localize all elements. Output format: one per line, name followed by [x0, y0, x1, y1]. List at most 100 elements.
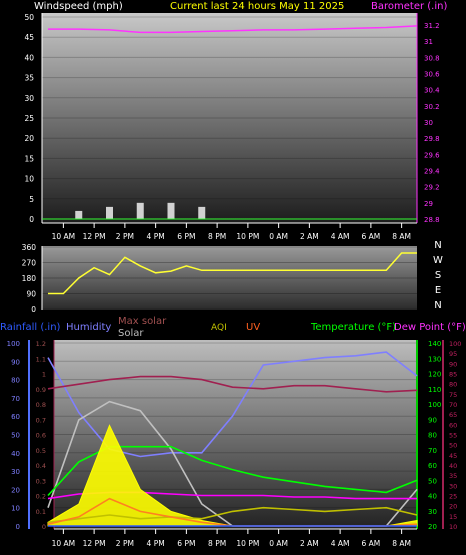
climate-time-tick-label: 6 PM: [177, 539, 195, 548]
dew-point-tick-label: 30: [449, 482, 457, 490]
wind-time-tick-label: 10 AM: [52, 232, 76, 241]
barometer-tick-label: 29.6: [424, 151, 440, 159]
rain-tick-label: 0.3: [36, 477, 46, 485]
barometer-tick-label: 30: [424, 119, 433, 127]
chart-title: Current last 24 hours May 11 2025: [170, 1, 344, 12]
compass-labels: NWSEN: [433, 240, 443, 311]
dew-point-tick-label: 85: [449, 371, 457, 379]
dew-point-tick-label: 40: [449, 462, 457, 470]
rain-tick-label: 0.4: [36, 462, 46, 470]
legend-rain: Rainfall (.in): [0, 322, 61, 333]
dew-point-tick-label: 25: [449, 493, 457, 501]
dew-point-tick-label: 10: [449, 523, 457, 531]
climate-time-tick-label: 0 AM: [269, 539, 288, 548]
temperature-tick-label: 20: [428, 523, 437, 531]
legend-aqi: AQI: [211, 323, 227, 333]
humidity-tick-label: 10: [11, 505, 20, 513]
wind-tick-label: 5: [29, 195, 34, 204]
lower-legend: Rainfall (.in) Humidity Max solar Solar …: [0, 316, 466, 339]
direction-tick-label: 90: [26, 290, 36, 299]
dew-point-tick-label: 75: [449, 391, 457, 399]
rain-tick-label: 1.2: [36, 340, 46, 348]
barometer-tick-label: 29.4: [424, 168, 440, 176]
legend-max-solar: Max solar: [118, 316, 167, 327]
wind-tick-label: 15: [24, 154, 34, 163]
barometer-axis-label: Barometer (.in): [371, 1, 447, 12]
legend-uv: UV: [246, 322, 260, 333]
barometer-tick-label: 30.6: [424, 71, 440, 79]
legend-dew-point: Dew Point (°F): [394, 322, 466, 333]
direction-tick-label: 180: [22, 274, 37, 283]
climate-time-tick-label: 8 AM: [392, 539, 411, 548]
humidity-tick-label: 30: [11, 468, 20, 476]
barometer-tick-label: 30.8: [424, 54, 440, 62]
climate-time-tick-label: 10 PM: [236, 539, 259, 548]
climate-time-axis: 10 AM 12 PM 2 PM 4 PM 6 PM 8 PM 10 PM 0 AM 2 AM 4…: [52, 528, 417, 548]
temperature-tick-label: 130: [428, 355, 441, 363]
humidity-tick-label: 100: [7, 340, 20, 348]
wind-tick-label: 35: [24, 74, 34, 83]
barometer-tick-label: 30.2: [424, 103, 440, 111]
barometer-tick-label: 28.8: [424, 216, 440, 224]
wind-time-tick-label: 4 PM: [147, 232, 165, 241]
dew-point-tick-label: 65: [449, 411, 457, 419]
humidity-tick-label: 70: [11, 395, 20, 403]
dew-point-tick-label: 35: [449, 472, 457, 480]
wind-axis-label: Windspeed (mph): [34, 1, 123, 12]
humidity-tick-label: 80: [11, 377, 20, 385]
dew-point-tick-label: 45: [449, 452, 457, 460]
wind-tick-label: 0: [29, 215, 34, 224]
wind-tick-label: 30: [24, 94, 34, 103]
compass-label: N: [434, 240, 441, 251]
temperature-tick-label: 90: [428, 416, 437, 424]
wind-time-tick-label: 6 AM: [361, 232, 380, 241]
rain-tick-label: 0.5: [36, 447, 46, 455]
wind-time-tick-label: 8 PM: [208, 232, 226, 241]
temperature-tick-label: 40: [428, 493, 437, 501]
barometer-tick-label: 31.2: [424, 22, 440, 30]
climate-time-tick-label: 2 AM: [300, 539, 319, 548]
wind-time-tick-label: 2 AM: [300, 232, 319, 241]
barometer-axis-ticks: 28.8 29 29.2 29.4 29.6 29.8 30 30.2 30.4 30.6 30.8…: [416, 13, 440, 224]
climate-time-tick-label: 2 PM: [116, 539, 134, 548]
temperature-tick-label: 30: [428, 508, 437, 516]
rain-tick-label: 0.7: [36, 416, 46, 424]
dew-point-tick-label: 70: [449, 401, 457, 409]
humidity-tick-label: 0: [16, 523, 20, 531]
humidity-tick-label: 20: [11, 486, 20, 494]
direction-tick-label: 0: [31, 305, 36, 314]
rain-tick-label: 0.1: [36, 508, 46, 516]
temperature-tick-label: 70: [428, 447, 437, 455]
dew-point-tick-label: 80: [449, 381, 457, 389]
wind-tick-label: 45: [24, 33, 34, 42]
wind-time-tick-label: 10 PM: [236, 232, 259, 241]
wind-tick-label: 50: [24, 13, 34, 22]
compass-label: W: [433, 255, 443, 266]
climate-time-tick-label: 12 PM: [83, 539, 106, 548]
direction-tick-label: 360: [22, 243, 37, 252]
barometer-tick-label: 31: [424, 38, 433, 46]
wind-time-tick-label: 2 PM: [116, 232, 134, 241]
wind-time-tick-label: 12 PM: [83, 232, 106, 241]
climate-time-tick-label: 4 PM: [147, 539, 165, 548]
climate-time-tick-label: 6 AM: [361, 539, 380, 548]
direction-tick-label: 270: [22, 259, 37, 268]
dew-point-tick-label: 55: [449, 432, 457, 440]
wind-time-tick-label: 0 AM: [269, 232, 288, 241]
compass-label: E: [435, 285, 441, 296]
temperature-tick-label: 60: [428, 462, 437, 470]
compass-label: S: [435, 270, 441, 281]
dew-point-tick-label: 15: [449, 513, 457, 521]
temperature-tick-label: 80: [428, 432, 437, 440]
rain-tick-label: 0.6: [36, 432, 46, 440]
wind-tick-label: 40: [24, 53, 34, 62]
barometer-tick-label: 30.4: [424, 87, 440, 95]
wind-time-axis: 10 AM 12 PM 2 PM 4 PM 6 PM 8 PM 10 PM 0 AM 2 AM 4…: [42, 222, 417, 241]
dew-point-tick-label: 100: [449, 340, 461, 348]
wind-tick-label: 10: [24, 175, 34, 184]
temperature-tick-label: 110: [428, 386, 441, 394]
compass-label: N: [434, 300, 441, 311]
legend-humidity: Humidity: [66, 322, 111, 333]
wind-axis-ticks: 0 5 10 15 20 25 30 35 40 45 50: [24, 13, 43, 224]
direction-axis-ticks: 0 90 180 270 360: [22, 243, 43, 314]
